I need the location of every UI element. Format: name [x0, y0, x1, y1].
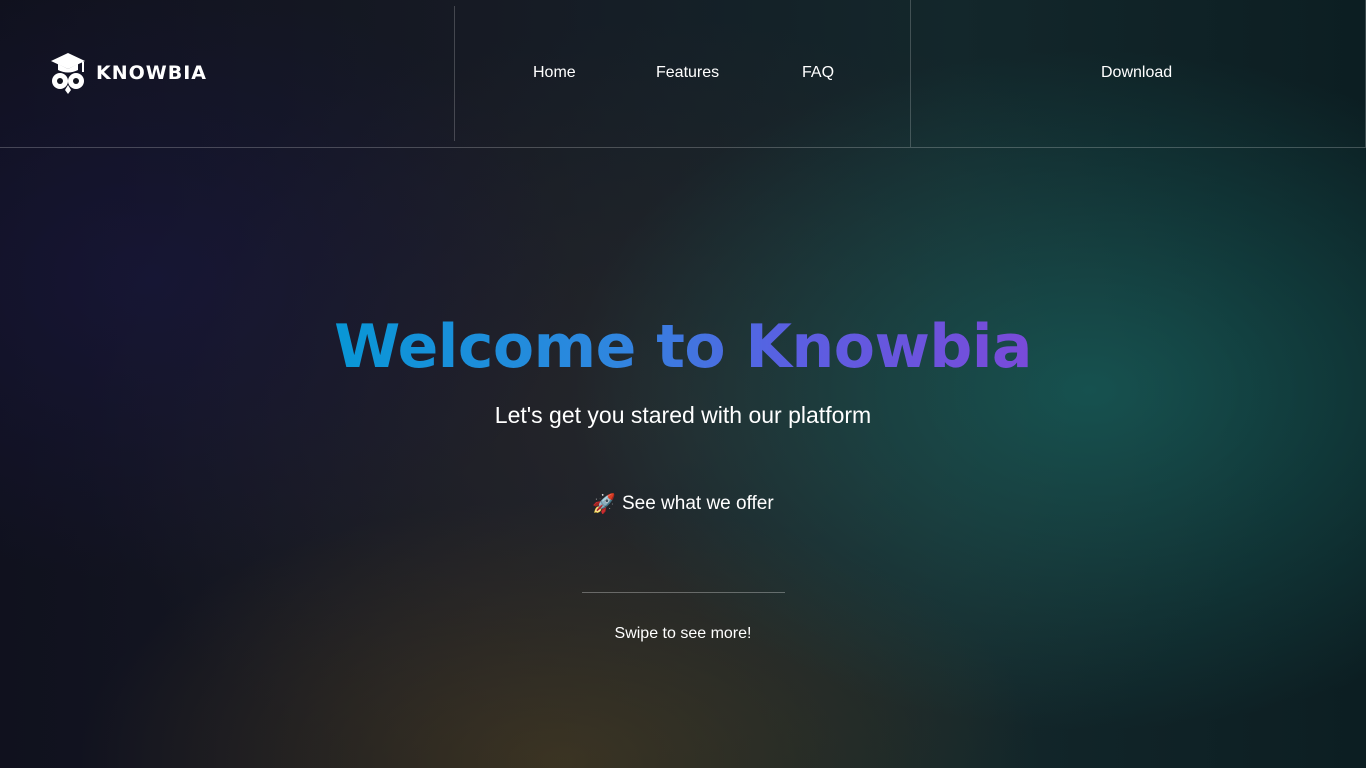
brand-name: KNOWBIA	[96, 62, 207, 84]
nav-download-link[interactable]: Download	[1101, 64, 1172, 82]
logo[interactable]: KNOWBIA	[50, 52, 207, 94]
swipe-hint: Swipe to see more!	[614, 625, 752, 642]
hero-subtitle: Let's get you stared with our platform	[494, 402, 872, 428]
nav-features-link[interactable]: Features	[656, 64, 719, 82]
nav-faq-link[interactable]: FAQ	[802, 64, 834, 82]
hero-title: Welcome to Knowbia	[0, 310, 1366, 384]
cta-label: See what we offer	[621, 493, 774, 514]
see-what-we-offer-button[interactable]: 🚀 See what we offer	[583, 488, 783, 520]
rocket-icon: 🚀	[592, 493, 616, 515]
header-divider	[910, 0, 911, 147]
hero-title-text: Welcome to Knowbia	[334, 312, 1032, 382]
site-header: KNOWBIA Home Features FAQ Download	[0, 0, 1366, 148]
owl-graduation-cap-icon	[51, 53, 85, 94]
section-divider	[582, 592, 785, 593]
nav-home-link[interactable]: Home	[533, 64, 576, 82]
header-divider	[454, 6, 455, 141]
